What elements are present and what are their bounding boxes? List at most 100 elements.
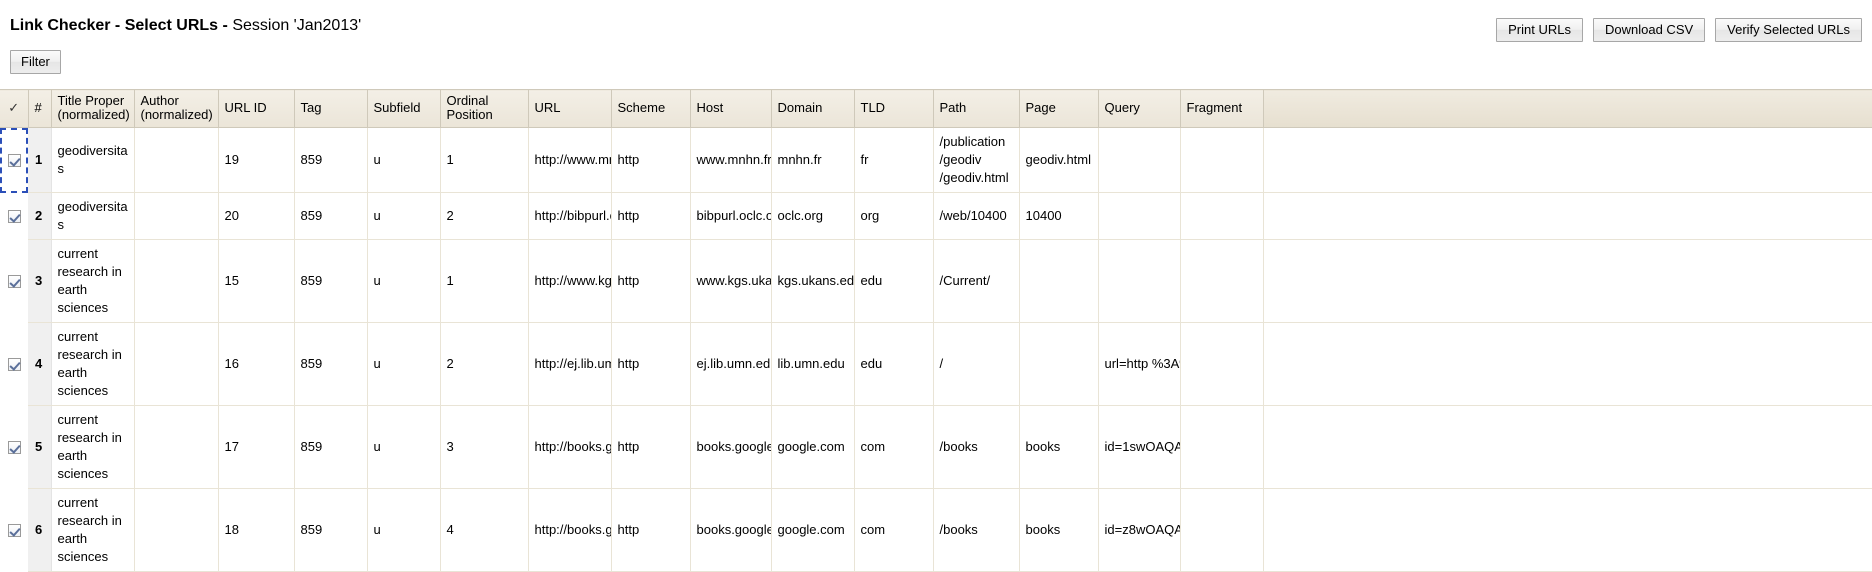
column-header-title-proper[interactable]: Title Proper (normalized)	[51, 89, 135, 128]
cell-fragment	[1180, 405, 1264, 489]
column-header-url-id[interactable]: URL ID	[218, 89, 295, 128]
row-checkbox[interactable]	[7, 154, 21, 168]
row-select-cell[interactable]	[0, 127, 28, 193]
cell-tld: com	[854, 488, 934, 572]
cell-tag: 859	[294, 239, 368, 323]
row-select-cell[interactable]	[0, 488, 28, 572]
cell-host: bibpurl.oclc.or	[690, 192, 772, 240]
cell-ordinal-position: 1	[440, 239, 529, 323]
column-header-number[interactable]: #	[28, 89, 52, 128]
cell-fragment	[1180, 239, 1264, 323]
column-header-select-all[interactable]: ✓	[0, 89, 29, 128]
cell-url-id: 15	[218, 239, 295, 323]
column-header-scheme[interactable]: Scheme	[611, 89, 691, 128]
cell-url: http://ej.lib.um /?url=http: //www.kgs.u…	[528, 322, 612, 406]
cell-host: ej.lib.umn.edu	[690, 322, 772, 406]
cell-subfield: u	[367, 127, 441, 193]
row-number-cell: 4	[28, 322, 52, 406]
cell-domain: google.com	[771, 405, 855, 489]
cell-tag: 859	[294, 127, 368, 193]
page-title-main: Link Checker - Select URLs	[10, 17, 219, 34]
column-header-subfield[interactable]: Subfield	[367, 89, 441, 128]
table-row[interactable]: 1geodiversitas19859u1http://www.mn /publ…	[0, 127, 1872, 193]
cell-url-id: 17	[218, 405, 295, 489]
cell-filler	[1263, 405, 1872, 489]
page-title-session: Session 'Jan2013'	[232, 17, 362, 34]
row-number-cell: 1	[28, 127, 52, 193]
cell-fragment	[1180, 192, 1264, 240]
row-checkbox[interactable]	[7, 358, 21, 372]
filter-button[interactable]: Filter	[10, 50, 61, 74]
header-button-group: Print URLs Download CSV Verify Selected …	[1496, 18, 1862, 42]
cell-query	[1098, 127, 1181, 193]
row-checkbox[interactable]	[7, 210, 21, 224]
cell-domain: kgs.ukans.ed	[771, 239, 855, 323]
cell-title-proper: current research in earth sciences	[51, 239, 135, 323]
row-select-cell[interactable]	[0, 192, 28, 240]
cell-url: http://www.kgs /Current/	[528, 239, 612, 323]
column-header-page[interactable]: Page	[1019, 89, 1099, 128]
cell-title-proper: current research in earth sciences	[51, 488, 135, 572]
cell-title-proper: current research in earth sciences	[51, 405, 135, 489]
cell-tag: 859	[294, 322, 368, 406]
table-row[interactable]: 5 current research in earth sciences 17 859…	[0, 405, 1872, 489]
row-number-cell: 2	[28, 192, 52, 240]
table-row[interactable]: 6 current research in earth sciences 18 859…	[0, 488, 1872, 572]
cell-page: books	[1019, 405, 1099, 489]
cell-query: id=1swOAQA	[1098, 405, 1181, 489]
cell-host: www.kgs.ukan	[690, 239, 772, 323]
column-header-fragment[interactable]: Fragment	[1180, 89, 1264, 128]
verify-selected-urls-button[interactable]: Verify Selected URLs	[1715, 18, 1862, 42]
table-row[interactable]: 3 current research in earth sciences 15 859…	[0, 239, 1872, 323]
column-header-domain[interactable]: Domain	[771, 89, 855, 128]
cell-url-id: 18	[218, 488, 295, 572]
cell-path: /publication /geodiv /geodiv.html	[933, 127, 1020, 193]
row-select-cell[interactable]	[0, 322, 28, 406]
column-header-tld[interactable]: TLD	[854, 89, 934, 128]
cell-author	[134, 405, 219, 489]
download-csv-button[interactable]: Download CSV	[1593, 18, 1706, 42]
page-title: Link Checker - Select URLs - Session 'Ja…	[10, 17, 361, 35]
table-row[interactable]: 2geodiversitas20859u2http://bibpurl.c /w…	[0, 192, 1872, 240]
row-number-cell: 3	[28, 239, 52, 323]
cell-scheme: http	[611, 488, 691, 572]
column-header-author[interactable]: Author (normalized)	[134, 89, 219, 128]
column-header-tag[interactable]: Tag	[294, 89, 368, 128]
column-header-path[interactable]: Path	[933, 89, 1020, 128]
cell-filler	[1263, 239, 1872, 323]
cell-subfield: u	[367, 322, 441, 406]
row-checkbox[interactable]	[7, 524, 21, 538]
row-select-cell[interactable]	[0, 405, 28, 489]
cell-scheme: http	[611, 127, 691, 193]
column-header-url[interactable]: URL	[528, 89, 612, 128]
print-urls-button[interactable]: Print URLs	[1496, 18, 1583, 42]
row-checkbox[interactable]	[7, 441, 21, 455]
cell-tag: 859	[294, 488, 368, 572]
cell-path: /Current/	[933, 239, 1020, 323]
urls-table-container[interactable]: ✓ # Title Proper (normalized) Author (no…	[0, 89, 1872, 572]
cell-subfield: u	[367, 405, 441, 489]
cell-author	[134, 488, 219, 572]
cell-host: books.google.	[690, 405, 772, 489]
cell-page	[1019, 322, 1099, 406]
cell-author	[134, 322, 219, 406]
cell-url: http://books.g /books?id=1sv	[528, 405, 612, 489]
cell-page	[1019, 239, 1099, 323]
cell-tag: 859	[294, 405, 368, 489]
cell-filler	[1263, 488, 1872, 572]
column-header-ordinal-position[interactable]: Ordinal Position	[440, 89, 529, 128]
check-icon: ✓	[8, 100, 20, 115]
column-header-host[interactable]: Host	[690, 89, 772, 128]
cell-subfield: u	[367, 192, 441, 240]
row-select-cell[interactable]	[0, 239, 28, 323]
cell-ordinal-position: 2	[440, 322, 529, 406]
cell-filler	[1263, 192, 1872, 240]
row-number-cell: 6	[28, 488, 52, 572]
cell-tld: org	[854, 192, 934, 240]
urls-table-body: 1geodiversitas19859u1http://www.mn /publ…	[0, 127, 1872, 572]
table-row[interactable]: 4 current research in earth sciences 16 859…	[0, 322, 1872, 406]
column-header-query[interactable]: Query	[1098, 89, 1181, 128]
cell-scheme: http	[611, 405, 691, 489]
cell-title-proper: geodiversitas	[51, 127, 135, 193]
row-checkbox[interactable]	[7, 275, 21, 289]
